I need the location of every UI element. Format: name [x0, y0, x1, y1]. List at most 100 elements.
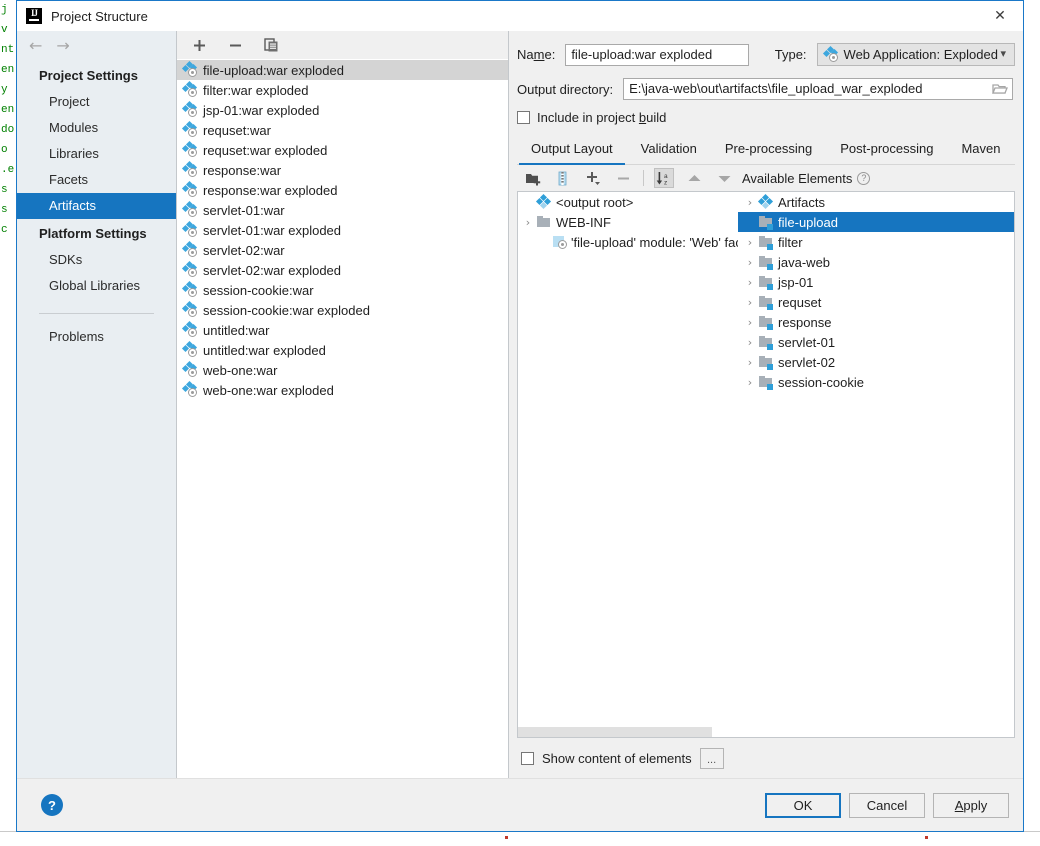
- sidebar-item-global-libraries[interactable]: Global Libraries: [17, 273, 176, 299]
- artifact-list-item[interactable]: untitled:war: [177, 320, 508, 340]
- arrow-right-icon[interactable]: →: [56, 38, 69, 54]
- artifact-name-input[interactable]: file-upload:war exploded: [565, 43, 749, 66]
- add-copy-of-button[interactable]: [583, 168, 603, 188]
- sidebar-group-platform-settings: Platform Settings: [39, 226, 147, 241]
- copy-icon[interactable]: [261, 35, 281, 55]
- chevron-right-icon[interactable]: ›: [520, 216, 536, 229]
- available-element-row[interactable]: › servlet-01: [738, 332, 1014, 352]
- output-layout-tree-row[interactable]: › WEB-INF: [518, 212, 738, 232]
- chevron-right-icon[interactable]: ›: [742, 196, 758, 209]
- sidebar-item-libraries[interactable]: Libraries: [17, 141, 176, 167]
- tab-maven[interactable]: Maven: [947, 137, 1014, 164]
- module-icon: [758, 234, 774, 250]
- artifact-list-item-label: web-one:war: [203, 362, 278, 378]
- artifact-list-item[interactable]: servlet-01:war exploded: [177, 220, 508, 240]
- output-layout-tree-row[interactable]: 'file-upload' module: 'Web' facet resour…: [518, 232, 738, 252]
- artifact-list-item[interactable]: untitled:war exploded: [177, 340, 508, 360]
- available-element-row[interactable]: › java-web: [738, 252, 1014, 272]
- artifact-list-item[interactable]: requset:war exploded: [177, 140, 508, 160]
- archive-icon[interactable]: [553, 168, 573, 188]
- project-structure-dialog: Project Structure ✕ ← → Project Settings…: [16, 0, 1024, 832]
- sidebar-item-facets[interactable]: Facets: [17, 167, 176, 193]
- sort-az-icon[interactable]: a z: [654, 168, 674, 188]
- close-icon[interactable]: ✕: [977, 1, 1023, 30]
- tab-output-layout[interactable]: Output Layout: [517, 137, 627, 165]
- apply-button[interactable]: Apply: [933, 792, 1009, 818]
- remove-element-button[interactable]: [613, 168, 633, 188]
- artifact-list-item-label: servlet-02:war: [203, 242, 285, 258]
- artifacts-list[interactable]: file-upload:war exploded filter:war explo…: [177, 60, 508, 778]
- tab-pre-processing[interactable]: Pre-processing: [711, 137, 826, 164]
- sidebar-item-problems[interactable]: Problems: [17, 324, 176, 350]
- artifact-list-item[interactable]: response:war: [177, 160, 508, 180]
- available-element-row[interactable]: › session-cookie: [738, 372, 1014, 392]
- artifact-list-item[interactable]: servlet-02:war exploded: [177, 260, 508, 280]
- sidebar-item-project[interactable]: Project: [17, 89, 176, 115]
- artifact-list-item[interactable]: file-upload:war exploded: [177, 60, 508, 80]
- artifact-list-item[interactable]: web-one:war exploded: [177, 380, 508, 400]
- chevron-right-icon[interactable]: ›: [742, 316, 758, 329]
- artifact-list-item[interactable]: web-one:war: [177, 360, 508, 380]
- artifact-icon: [181, 340, 199, 358]
- add-artifact-button[interactable]: [189, 35, 209, 55]
- help-icon[interactable]: ?: [857, 171, 871, 185]
- ellipsis-button[interactable]: ...: [699, 747, 724, 769]
- sidebar-item-artifacts[interactable]: Artifacts: [17, 193, 176, 219]
- chevron-right-icon[interactable]: ›: [742, 336, 758, 349]
- chevron-down-icon[interactable]: [714, 168, 734, 188]
- chevron-right-icon[interactable]: ›: [742, 236, 758, 249]
- cancel-button[interactable]: Cancel: [849, 792, 925, 818]
- output-layout-horizontal-scrollbar[interactable]: [518, 727, 738, 737]
- available-element-row[interactable]: › jsp-01: [738, 272, 1014, 292]
- show-content-checkbox[interactable]: [521, 751, 534, 765]
- artifact-tabs[interactable]: Output Layout Validation Pre-processing Pos…: [517, 137, 1015, 165]
- artifact-list-item[interactable]: requset:war: [177, 120, 508, 140]
- sidebar-item-modules[interactable]: Modules: [17, 115, 176, 141]
- chevron-right-icon[interactable]: ›: [742, 276, 758, 289]
- tab-validation[interactable]: Validation: [627, 137, 711, 164]
- include-in-build-row[interactable]: Include in project build: [517, 110, 1015, 125]
- available-element-row[interactable]: file-upload: [738, 212, 1014, 232]
- chevron-right-icon[interactable]: ›: [742, 296, 758, 309]
- output-layout-tree-row[interactable]: <output root>: [518, 192, 738, 212]
- arrow-left-icon[interactable]: ←: [29, 38, 42, 54]
- artifact-list-item[interactable]: jsp-01:war exploded: [177, 100, 508, 120]
- output-layout-tree-panel[interactable]: <output root> › WEB-INF 'file-upload' modul…: [517, 191, 738, 738]
- artifact-icon: [181, 260, 199, 278]
- chevron-right-icon[interactable]: ›: [742, 356, 758, 369]
- artifact-list-item[interactable]: filter:war exploded: [177, 80, 508, 100]
- chevron-right-icon[interactable]: ›: [742, 376, 758, 389]
- chevron-up-icon[interactable]: [684, 168, 704, 188]
- available-element-row[interactable]: › requset: [738, 292, 1014, 312]
- help-button[interactable]: ?: [41, 794, 63, 816]
- remove-artifact-button[interactable]: [225, 35, 245, 55]
- folder-plus-icon[interactable]: [523, 168, 543, 188]
- chevron-right-icon[interactable]: ›: [742, 256, 758, 269]
- available-element-row[interactable]: › servlet-02: [738, 352, 1014, 372]
- sidebar-item-sdks[interactable]: SDKs: [17, 247, 176, 273]
- available-element-row[interactable]: › Artifacts: [738, 192, 1014, 212]
- available-element-row[interactable]: › filter: [738, 232, 1014, 252]
- artifact-list-item[interactable]: servlet-02:war: [177, 240, 508, 260]
- artifact-list-item[interactable]: servlet-01:war: [177, 200, 508, 220]
- artifact-type-select[interactable]: Web Application: Exploded ▾: [816, 43, 1015, 66]
- include-in-build-checkbox[interactable]: [517, 111, 530, 124]
- output-directory-input[interactable]: E:\java-web\out\artifacts\file_upload_wa…: [623, 78, 1013, 100]
- output-directory-label: Output directory:: [517, 81, 614, 97]
- artifact-list-item-label: untitled:war exploded: [203, 342, 326, 358]
- folder-open-icon[interactable]: [991, 81, 1009, 96]
- name-label: Name:: [517, 47, 556, 62]
- artifact-list-item[interactable]: response:war exploded: [177, 180, 508, 200]
- ok-button[interactable]: OK: [765, 792, 841, 818]
- module-icon: [758, 254, 774, 270]
- available-elements-tree[interactable]: › Artifacts file-upload › filter › java-web › js…: [738, 191, 1015, 738]
- artifact-list-item-label: session-cookie:war exploded: [203, 302, 370, 318]
- artifact-icon: [181, 380, 199, 398]
- settings-sidebar: ← → Project Settings Project Modules Lib…: [17, 31, 177, 778]
- toolbar-divider: [643, 170, 644, 186]
- name-type-row: Name: file-upload:war exploded Type: Web…: [517, 43, 1015, 66]
- artifact-list-item[interactable]: session-cookie:war: [177, 280, 508, 300]
- artifact-list-item[interactable]: session-cookie:war exploded: [177, 300, 508, 320]
- tab-post-processing[interactable]: Post-processing: [826, 137, 947, 164]
- available-element-row[interactable]: › response: [738, 312, 1014, 332]
